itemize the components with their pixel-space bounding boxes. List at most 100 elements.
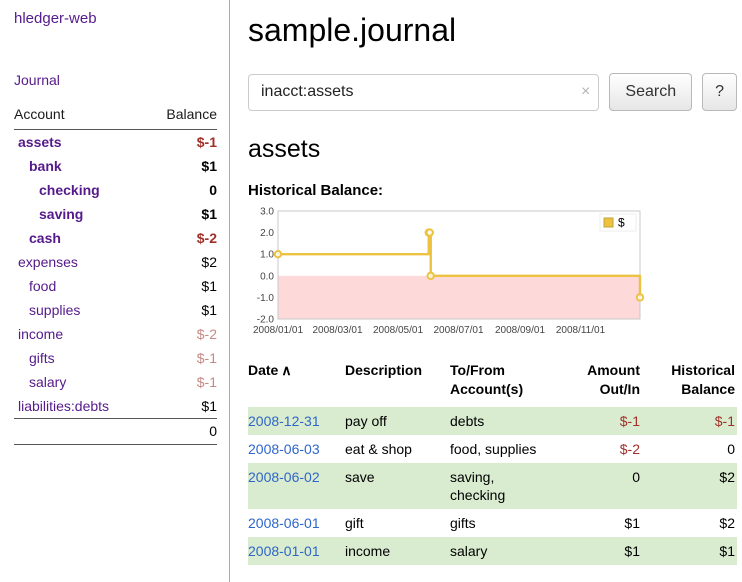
- account-link-liabilities-debts[interactable]: liabilities:debts: [18, 398, 109, 414]
- transaction-date-link[interactable]: 2008-06-01: [248, 515, 320, 531]
- svg-text:2008/11/01: 2008/11/01: [556, 325, 606, 336]
- account-balance-cash: $-2: [146, 226, 217, 250]
- svg-text:$: $: [618, 216, 625, 230]
- transaction-date-link[interactable]: 2008-01-01: [248, 543, 320, 559]
- sidebar: hledger-web Journal Account Balance asse…: [0, 0, 230, 582]
- amount-header-line2: Out/In: [572, 380, 640, 399]
- search-box: ×: [248, 74, 599, 111]
- transaction-description: save: [345, 463, 450, 509]
- register-table: Date∧ Description To/From Account(s) Amo…: [248, 361, 737, 565]
- accounts-header-account: Account: [14, 102, 146, 130]
- account-link-bank[interactable]: bank: [29, 158, 62, 174]
- transaction-balance: $1: [650, 537, 737, 565]
- main-content: sample.journal × Search ? assets Histori…: [230, 0, 742, 565]
- register-header-date[interactable]: Date∧: [248, 361, 345, 407]
- account-link-saving[interactable]: saving: [39, 206, 83, 222]
- account-row-assets: assets $-1: [14, 130, 217, 155]
- account-link-income[interactable]: income: [18, 326, 63, 342]
- account-row-gifts: gifts $-1: [14, 346, 217, 370]
- svg-text:-1.0: -1.0: [257, 293, 275, 304]
- transaction-amount: $1: [572, 509, 650, 537]
- account-row-supplies: supplies $1: [14, 298, 217, 322]
- account-row-saving: saving $1: [14, 202, 217, 226]
- transaction-accounts: food, supplies: [450, 435, 572, 463]
- account-link-food[interactable]: food: [29, 278, 56, 294]
- nav-journal-link[interactable]: Journal: [14, 72, 217, 88]
- account-balance-saving: $1: [146, 202, 217, 226]
- account-link-assets[interactable]: assets: [18, 134, 62, 150]
- account-link-checking[interactable]: checking: [39, 182, 100, 198]
- account-balance-gifts: $-1: [146, 346, 217, 370]
- register-header-description: Description: [345, 361, 450, 407]
- historical-balance-chart: 3.02.01.00.0-1.0-2.02008/01/012008/03/01…: [248, 205, 646, 343]
- account-heading: assets: [248, 135, 736, 164]
- account-link-salary[interactable]: salary: [29, 374, 66, 390]
- svg-text:2008/09/01: 2008/09/01: [495, 325, 545, 336]
- transaction-amount: $1: [572, 537, 650, 565]
- register-row: 2008-06-01 gift gifts $1 $2: [248, 509, 737, 537]
- help-button[interactable]: ?: [702, 73, 737, 111]
- transaction-date-link[interactable]: 2008-06-03: [248, 441, 320, 457]
- accounts-table: Account Balance assets $-1 bank $1 check…: [14, 102, 217, 445]
- transaction-description: gift: [345, 509, 450, 537]
- transaction-amount: 0: [572, 463, 650, 509]
- svg-text:2008/07/01: 2008/07/01: [433, 325, 483, 336]
- account-row-liabilities-debts: liabilities:debts $1: [14, 394, 217, 419]
- account-row-salary: salary $-1: [14, 370, 217, 394]
- transaction-accounts: debts: [450, 407, 572, 435]
- date-header-label: Date: [248, 362, 278, 378]
- register-header-amount: Amount Out/In: [572, 361, 650, 407]
- chart-title: Historical Balance:: [248, 182, 736, 199]
- register-row: 2008-12-31 pay off debts $-1 $-1: [248, 407, 737, 435]
- account-link-cash[interactable]: cash: [29, 230, 61, 246]
- svg-text:2008/05/01: 2008/05/01: [373, 325, 423, 336]
- account-row-expenses: expenses $2: [14, 250, 217, 274]
- register-header-balance: Historical Balance: [650, 361, 737, 407]
- register-header-accounts: To/From Account(s): [450, 361, 572, 407]
- transaction-date-link[interactable]: 2008-06-02: [248, 469, 320, 485]
- search-button[interactable]: Search: [609, 73, 692, 111]
- transaction-balance: $2: [650, 463, 737, 509]
- account-row-cash: cash $-2: [14, 226, 217, 250]
- transaction-accounts: salary: [450, 537, 572, 565]
- account-link-expenses[interactable]: expenses: [18, 254, 78, 270]
- account-link-supplies[interactable]: supplies: [29, 302, 80, 318]
- transaction-balance: $-1: [650, 407, 737, 435]
- app-title-link[interactable]: hledger-web: [14, 10, 97, 27]
- account-link-gifts[interactable]: gifts: [29, 350, 55, 366]
- balance-header-line1: Historical: [650, 361, 735, 380]
- svg-text:2.0: 2.0: [260, 228, 274, 239]
- svg-text:-2.0: -2.0: [257, 315, 275, 326]
- search-input[interactable]: [248, 74, 599, 111]
- page-title: sample.journal: [248, 12, 736, 49]
- svg-text:1.0: 1.0: [260, 250, 274, 261]
- accounts-total: 0: [146, 419, 217, 445]
- account-balance-liabilities-debts: $1: [146, 394, 217, 419]
- account-row-bank: bank $1: [14, 154, 217, 178]
- svg-text:0.0: 0.0: [260, 271, 274, 282]
- account-row-food: food $1: [14, 274, 217, 298]
- transaction-balance: 0: [650, 435, 737, 463]
- svg-text:2008/01/01: 2008/01/01: [253, 325, 303, 336]
- sort-ascending-icon: ∧: [281, 362, 291, 378]
- accounts-header-line1: To/From: [450, 361, 562, 380]
- account-balance-expenses: $2: [146, 250, 217, 274]
- accounts-header-balance: Balance: [146, 102, 217, 130]
- account-balance-income: $-2: [146, 322, 217, 346]
- register-row: 2008-06-03 eat & shop food, supplies $-2…: [248, 435, 737, 463]
- transaction-description: income: [345, 537, 450, 565]
- register-header-row: Date∧ Description To/From Account(s) Amo…: [248, 361, 737, 407]
- description-header-label: Description: [345, 362, 422, 378]
- svg-text:2008/03/01: 2008/03/01: [312, 325, 362, 336]
- account-balance-checking: 0: [146, 178, 217, 202]
- transaction-balance: $2: [650, 509, 737, 537]
- account-balance-supplies: $1: [146, 298, 217, 322]
- account-balance-food: $1: [146, 274, 217, 298]
- register-row: 2008-01-01 income salary $1 $1: [248, 537, 737, 565]
- clear-search-icon[interactable]: ×: [581, 82, 590, 102]
- transaction-date-link[interactable]: 2008-12-31: [248, 413, 320, 429]
- account-balance-salary: $-1: [146, 370, 217, 394]
- account-row-income: income $-2: [14, 322, 217, 346]
- transaction-amount: $-2: [572, 435, 650, 463]
- transaction-accounts: gifts: [450, 509, 572, 537]
